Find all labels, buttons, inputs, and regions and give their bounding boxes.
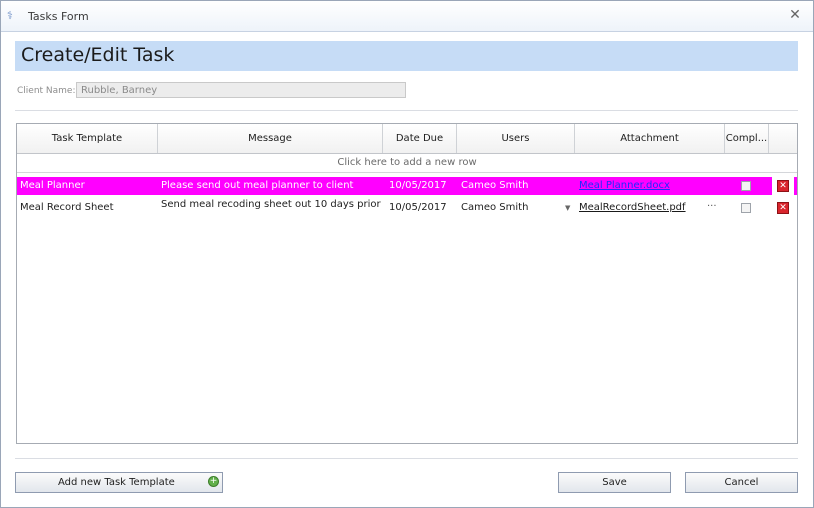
add-icon: + [208,476,219,487]
save-button[interactable]: Save [558,472,671,493]
table-row[interactable]: Meal Planner Please send out meal planne… [17,177,797,195]
window-title: Tasks Form [28,10,89,23]
title-bar: ⚕ Tasks Form ✕ [1,1,813,32]
users-dropdown-icon[interactable]: ▼ [565,199,570,217]
grid-header: Task Template Message Date Due Users Att… [17,124,797,154]
delete-row-icon[interactable]: ✕ [777,180,789,192]
cell-task-template[interactable]: Meal Planner [17,177,158,195]
column-header-task-template[interactable]: Task Template [17,124,158,153]
divider [15,110,798,111]
table-row[interactable]: Meal Record Sheet Send meal recoding she… [17,199,797,217]
column-header-users[interactable]: Users [457,124,575,153]
delete-cell: ✕ [772,177,794,195]
delete-row-icon[interactable]: ✕ [777,202,789,214]
column-header-message[interactable]: Message [158,124,383,153]
add-task-template-button[interactable]: Add new Task Template + [15,472,223,493]
cell-users[interactable]: Cameo Smith [457,199,563,217]
column-header-attachment[interactable]: Attachment [575,124,725,153]
page-title: Create/Edit Task [21,44,175,66]
client-name-label: Client Name: [17,86,76,96]
cell-message[interactable]: Please send out meal planner to client [158,177,383,195]
divider [15,458,798,459]
add-new-row[interactable]: Click here to add a new row [17,154,797,173]
cell-task-template[interactable]: Meal Record Sheet [17,199,158,217]
cancel-button[interactable]: Cancel [685,472,798,493]
add-task-template-label: Add new Task Template [58,477,175,488]
page-header: Create/Edit Task [15,41,798,71]
close-icon[interactable]: ✕ [787,7,803,23]
cell-date-due[interactable]: 10/05/2017 [383,199,457,217]
cell-attachment-link[interactable]: MealRecordSheet.pdf [575,199,703,217]
completed-checkbox[interactable] [741,181,751,191]
app-icon: ⚕ [7,9,13,22]
column-header-delete [769,124,797,153]
browse-ellipsis-icon[interactable]: ··· [707,199,717,217]
cell-users[interactable]: Cameo Smith [457,177,575,195]
client-name-field[interactable]: Rubble, Barney [76,82,406,98]
cell-attachment-link[interactable]: Meal Planner.docx [575,177,725,195]
column-header-completed[interactable]: Compl... [725,124,769,153]
tasks-form-window: ⚕ Tasks Form ✕ Create/Edit Task Client N… [0,0,814,508]
cell-message[interactable]: Send meal recoding sheet out 10 days pri… [158,199,383,217]
cell-date-due[interactable]: 10/05/2017 [383,177,457,195]
column-header-date-due[interactable]: Date Due [383,124,457,153]
completed-checkbox[interactable] [741,203,751,213]
tasks-grid: Task Template Message Date Due Users Att… [16,123,798,444]
